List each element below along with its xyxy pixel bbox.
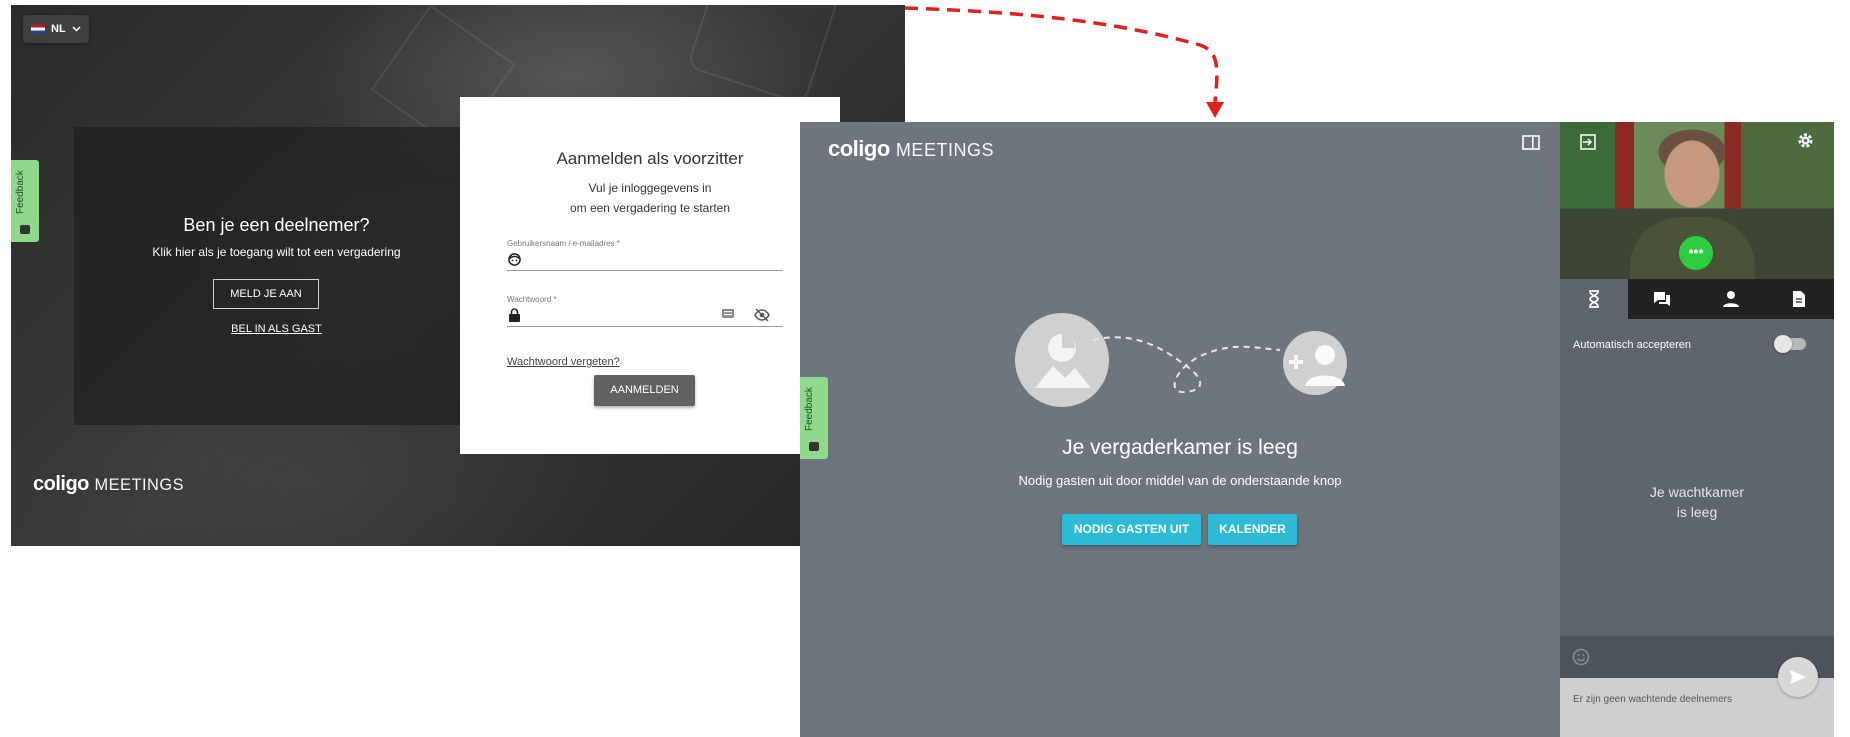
- auto-accept-toggle[interactable]: [1774, 335, 1806, 353]
- forgot-password-link[interactable]: Wachtwoord vergeten?: [507, 356, 620, 368]
- send-icon: [1790, 670, 1806, 684]
- toggle-knob: [1774, 335, 1792, 353]
- join-button[interactable]: MELD JE AAN: [213, 279, 319, 309]
- feedback-icon: [20, 225, 30, 234]
- logo-brand: coligo: [828, 136, 890, 161]
- chat-icon: [1654, 292, 1670, 306]
- person-icon: [1723, 291, 1739, 307]
- dashed-arrow: [904, 6, 1224, 118]
- feedback-tab[interactable]: Feedback: [11, 160, 39, 242]
- invite-guests-button[interactable]: NODIG GASTEN UIT: [1062, 514, 1201, 545]
- login-title: Aanmelden als voorzitter: [556, 149, 744, 168]
- participant-text: Klik hier als je toegang wilt tot een ve…: [152, 245, 401, 259]
- tab-chat[interactable]: [1628, 279, 1696, 319]
- meeting-sidebar: ••• Automatisch accepteren Je wachtkamer…: [1560, 122, 1834, 737]
- room-empty-text: Nodig gasten uit door middel van de onde…: [1018, 473, 1342, 488]
- logo-brand: coligo: [33, 473, 89, 495]
- tab-waiting-room[interactable]: [1560, 279, 1628, 319]
- background-decoration: [686, 5, 840, 106]
- sidebar-tabs: [1560, 279, 1834, 319]
- username-label: Gebruikersnaam / e-mailadres *: [507, 239, 620, 248]
- tab-participants[interactable]: [1697, 279, 1765, 319]
- hide-password-icon[interactable]: [754, 308, 770, 322]
- room-empty-title: Je vergaderkamer is leeg: [1062, 436, 1298, 459]
- waiting-room-empty-line: Je wachtkamer: [1649, 484, 1745, 500]
- logo-product: MEETINGS: [895, 140, 995, 160]
- toggle-sidebar-icon[interactable]: [1522, 135, 1540, 150]
- logo-product: MEETINGS: [94, 476, 185, 494]
- no-waiting-text: Er zijn geen wachtende deelnemers: [1573, 694, 1732, 705]
- hourglass-icon: [1589, 290, 1599, 308]
- send-button[interactable]: [1778, 657, 1818, 697]
- sign-in-button[interactable]: AANMELDEN: [594, 375, 695, 406]
- password-label: Wachtwoord *: [507, 295, 557, 304]
- waiting-room-empty-line: is leeg: [1676, 504, 1718, 520]
- language-selector[interactable]: NL: [23, 15, 89, 43]
- empty-room-illustration: [1015, 313, 1347, 407]
- lock-icon: [509, 308, 520, 322]
- login-subtitle: Vul je inloggegevens in: [588, 181, 712, 195]
- coligo-logo: coligo MEETINGS: [828, 136, 994, 162]
- waiting-room-empty: Je wachtkamer is leeg: [1560, 482, 1834, 522]
- emoji-icon[interactable]: [1572, 648, 1590, 666]
- guest-call-link[interactable]: BEL IN ALS GAST: [74, 323, 479, 335]
- feedback-label: Feedback: [804, 387, 815, 431]
- keyboard-icon[interactable]: [722, 309, 734, 318]
- password-input[interactable]: [507, 326, 783, 327]
- document-icon: [1793, 291, 1805, 307]
- login-screenshot: NL Ben je een deelnemer? Klik hier als j…: [11, 5, 905, 546]
- participant-panel: Ben je een deelnemer? Klik hier als je t…: [74, 127, 479, 425]
- meeting-screenshot: coligo MEETINGS Feedback Je vergaderkame…: [800, 122, 1834, 737]
- gear-icon[interactable]: [1797, 132, 1814, 149]
- dutch-flag-icon: [31, 24, 45, 34]
- chevron-down-icon: [72, 26, 81, 32]
- user-face-icon: [508, 253, 521, 266]
- auto-accept-label: Automatisch accepteren: [1573, 339, 1692, 351]
- login-subtitle: om een vergadering te starten: [569, 201, 731, 215]
- tab-documents[interactable]: [1765, 279, 1833, 319]
- more-options-button[interactable]: •••: [1679, 236, 1713, 270]
- coligo-logo: coligo MEETINGS: [33, 473, 184, 496]
- chair-login-card: Aanmelden als voorzitter Vul je inloggeg…: [460, 97, 840, 454]
- username-input[interactable]: [507, 270, 783, 271]
- calendar-button[interactable]: KALENDER: [1208, 514, 1297, 545]
- feedback-label: Feedback: [15, 170, 26, 214]
- participant-title: Ben je een deelnemer?: [183, 215, 370, 235]
- exit-icon[interactable]: [1580, 134, 1596, 150]
- language-code: NL: [51, 23, 66, 35]
